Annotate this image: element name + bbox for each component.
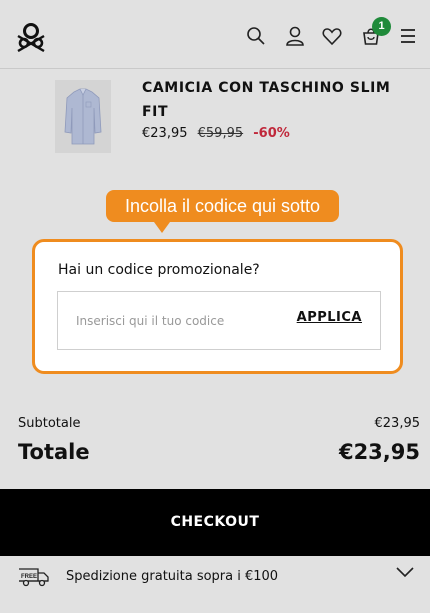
chevron-down-icon[interactable] bbox=[396, 566, 414, 578]
original-price: €59,95 bbox=[197, 126, 244, 141]
promo-code-label: Hai un codice promozionale? bbox=[58, 262, 260, 278]
heart-icon[interactable] bbox=[322, 26, 342, 46]
current-price: €23,95 bbox=[142, 126, 188, 141]
total-value: €23,95 bbox=[338, 440, 420, 464]
free-shipping-truck-icon: FREE bbox=[19, 568, 49, 587]
callout-arrow bbox=[154, 222, 170, 233]
checkout-button[interactable]: CHECKOUT bbox=[0, 489, 430, 556]
promo-code-input[interactable] bbox=[76, 310, 266, 332]
header: 1 bbox=[0, 0, 430, 69]
promo-code-panel: Hai un codice promozionale? APPLICA bbox=[32, 239, 403, 374]
promo-code-field: APPLICA bbox=[57, 291, 381, 350]
shirt-image bbox=[55, 80, 111, 153]
shipping-text: Spedizione gratuita sopra i €100 bbox=[66, 569, 279, 584]
total-label: Totale bbox=[18, 440, 90, 464]
logo-icon[interactable] bbox=[16, 22, 46, 52]
shipping-banner[interactable]: FREE Spedizione gratuita sopra i €100 bbox=[0, 556, 430, 613]
cart-count-badge: 1 bbox=[372, 17, 391, 36]
subtotal-label: Subtotale bbox=[18, 416, 81, 431]
apply-button[interactable]: APPLICA bbox=[297, 310, 362, 325]
menu-icon[interactable] bbox=[400, 26, 416, 46]
free-icon-label: FREE bbox=[21, 574, 37, 580]
product-title[interactable]: CAMICIA CON TASCHINO SLIM FIT bbox=[142, 76, 392, 124]
promo-callout: Incolla il codice qui sotto bbox=[106, 190, 339, 222]
search-icon[interactable] bbox=[246, 26, 266, 46]
account-icon[interactable] bbox=[285, 26, 305, 46]
subtotal-value: €23,95 bbox=[374, 416, 421, 431]
product-image[interactable] bbox=[55, 80, 111, 153]
price-row: €23,95 €59,95 -60% bbox=[142, 126, 290, 141]
discount-badge: -60% bbox=[253, 126, 290, 141]
